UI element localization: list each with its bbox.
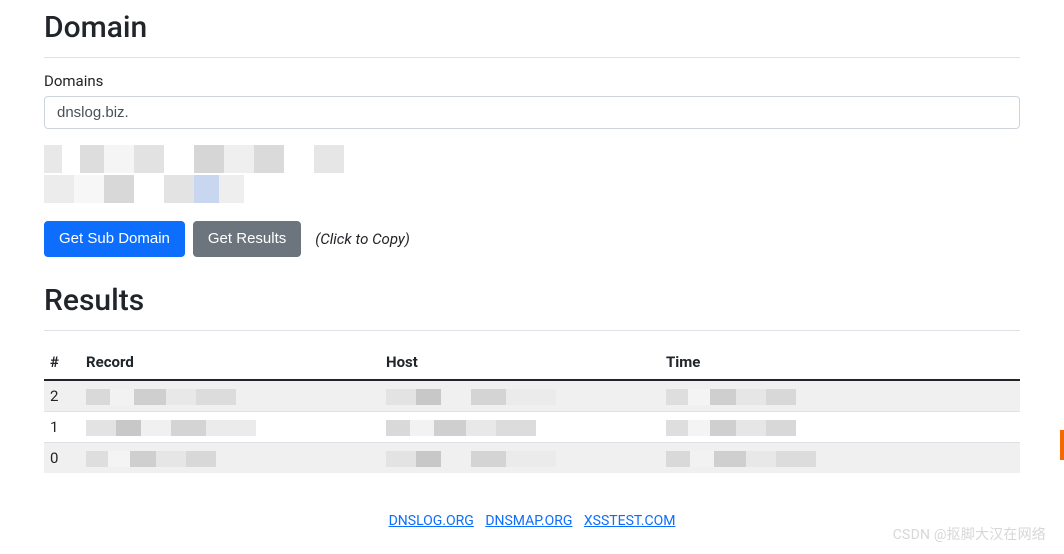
cell-time — [660, 380, 1020, 412]
col-header-time: Time — [660, 345, 1020, 380]
cell-time — [660, 442, 1020, 473]
cell-record — [80, 411, 380, 442]
cell-host — [380, 442, 660, 473]
redacted-value — [386, 389, 556, 405]
cell-time — [660, 411, 1020, 442]
watermark: CSDN @抠脚大汉在网络 — [893, 524, 1046, 544]
results-title: Results — [44, 283, 1020, 318]
click-to-copy-hint: (Click to Copy) — [315, 230, 410, 248]
redacted-value — [86, 389, 236, 405]
col-header-record: Record — [80, 345, 380, 380]
redacted-value — [386, 420, 536, 436]
cell-host — [380, 380, 660, 412]
scroll-indicator — [1060, 430, 1064, 460]
col-header-host: Host — [380, 345, 660, 380]
domains-label: Domains — [44, 72, 1020, 90]
cell-num: 1 — [44, 411, 80, 442]
redacted-value — [86, 451, 216, 467]
results-table: # Record Host Time 2 1 0 — [44, 345, 1020, 473]
table-row: 0 — [44, 442, 1020, 473]
table-row: 1 — [44, 411, 1020, 442]
footer-links: DNSLOG.ORG DNSMAP.ORG XSSTEST.COM — [44, 513, 1020, 529]
redacted-block — [44, 145, 344, 203]
table-row: 2 — [44, 380, 1020, 412]
col-header-num: # — [44, 345, 80, 380]
domain-title: Domain — [44, 10, 1020, 45]
divider — [44, 330, 1020, 331]
get-sub-domain-button[interactable]: Get Sub Domain — [44, 221, 185, 257]
footer-link-dnsmap[interactable]: DNSMAP.ORG — [485, 513, 572, 529]
cell-record — [80, 442, 380, 473]
domains-input[interactable] — [44, 96, 1020, 129]
redacted-value — [86, 420, 256, 436]
get-results-button[interactable]: Get Results — [193, 221, 301, 257]
footer-link-dnslog[interactable]: DNSLOG.ORG — [389, 513, 474, 529]
redacted-value — [666, 389, 796, 405]
redacted-value — [666, 451, 816, 467]
cell-num: 2 — [44, 380, 80, 412]
redacted-value — [386, 451, 556, 467]
footer-link-xsstest[interactable]: XSSTEST.COM — [584, 513, 676, 529]
cell-host — [380, 411, 660, 442]
cell-record — [80, 380, 380, 412]
cell-num: 0 — [44, 442, 80, 473]
divider — [44, 57, 1020, 58]
redacted-value — [666, 420, 796, 436]
